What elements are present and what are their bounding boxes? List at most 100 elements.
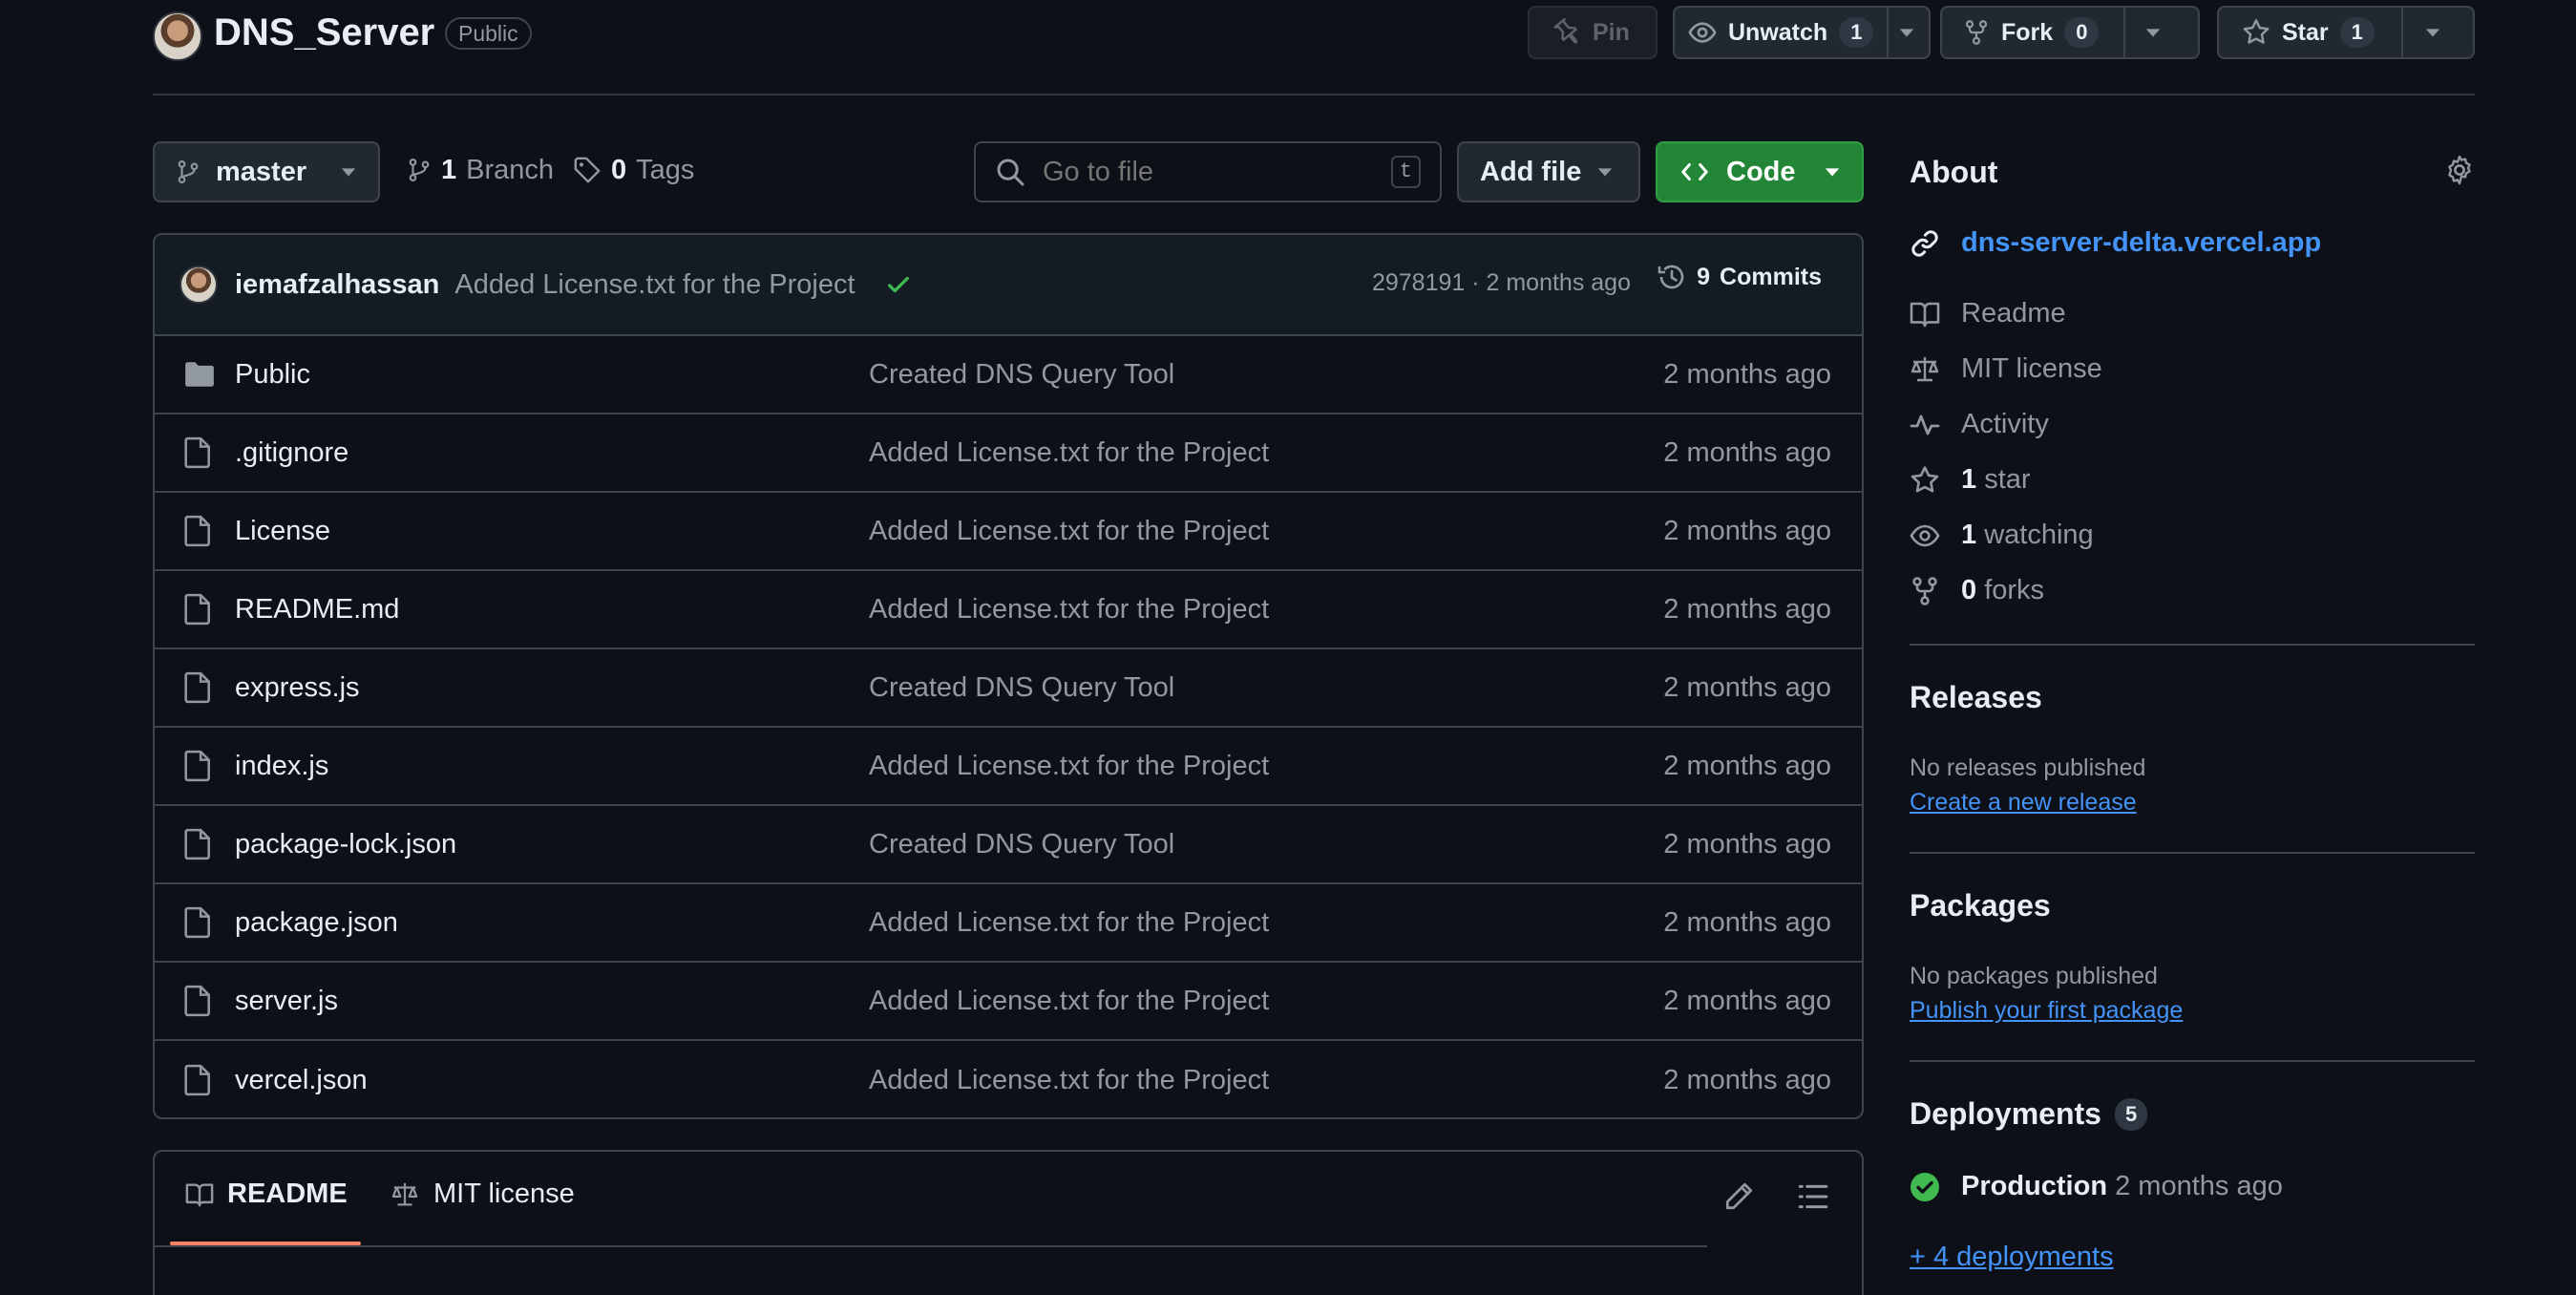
file-list: Public Created DNS Query Tool 2 months ago… [155, 336, 1862, 1117]
unwatch-button[interactable]: Unwatch 1 [1673, 6, 1931, 59]
file-commit-message[interactable]: Added License.txt for the Project [869, 986, 1269, 1017]
keyboard-shortcut-hint: t [1390, 156, 1421, 188]
pin-button[interactable]: Pin [1528, 6, 1658, 59]
releases-heading[interactable]: Releases [1910, 680, 2042, 715]
commit-author[interactable]: iemafzalhassan [235, 269, 439, 301]
commits-label: Commits [1720, 263, 1822, 290]
file-name[interactable]: package-lock.json [235, 829, 456, 860]
commit-meta[interactable]: 2978191 · 2 months ago [1372, 269, 1631, 297]
branch-selector[interactable]: master [153, 141, 380, 202]
search-icon [995, 157, 1025, 187]
code-icon [1679, 158, 1711, 186]
owner-avatar[interactable] [153, 11, 202, 61]
file-commit-message[interactable]: Created DNS Query Tool [869, 359, 1174, 391]
file-row[interactable]: package.json Added License.txt for the Pr… [155, 884, 1862, 963]
tab-license[interactable]: MIT license [390, 1178, 575, 1210]
forks-link[interactable]: 0 forks [1910, 575, 2044, 606]
watch-dropdown-caret[interactable] [1889, 8, 1925, 57]
header-divider [153, 94, 2475, 96]
branch-name: master [216, 156, 307, 187]
repo-name[interactable]: DNS_Server [214, 11, 434, 54]
file-commit-message[interactable]: Created DNS Query Tool [869, 829, 1174, 860]
publish-package-link[interactable]: Publish your first package [1910, 997, 2183, 1025]
star-icon [2242, 18, 2270, 47]
commit-author-avatar[interactable] [179, 265, 218, 304]
go-to-file-input[interactable] [1043, 156, 1374, 188]
deployments-counter: 5 [2114, 1097, 2148, 1131]
file-name[interactable]: vercel.json [235, 1065, 368, 1096]
file-name[interactable]: Public [235, 359, 310, 391]
fork-dropdown-caret[interactable] [2125, 8, 2181, 57]
file-row[interactable]: index.js Added License.txt for the Projec… [155, 728, 1862, 806]
deployments-header[interactable]: Deployments 5 [1910, 1096, 2148, 1132]
file-commit-message[interactable]: Added License.txt for the Project [869, 907, 1269, 939]
file-date: 2 months ago [1663, 671, 1831, 703]
readme-link[interactable]: Readme [1910, 298, 2066, 329]
activity-link[interactable]: Activity [1910, 409, 2049, 440]
file-commit-message[interactable]: Added License.txt for the Project [869, 1065, 1269, 1096]
tags-link[interactable]: 0 Tags [573, 139, 694, 201]
more-deployments-link[interactable]: + 4 deployments [1910, 1242, 2114, 1273]
fork-button[interactable]: Fork 0 [1940, 6, 2200, 59]
file-name[interactable]: License [235, 516, 330, 547]
add-file-button[interactable]: Add file [1457, 141, 1640, 202]
star-button[interactable]: Star 1 [2217, 6, 2475, 59]
file-name[interactable]: .gitignore [235, 437, 348, 469]
file-name[interactable]: index.js [235, 751, 328, 782]
file-name[interactable]: express.js [235, 672, 360, 704]
branches-link[interactable]: 1 Branch [407, 139, 554, 201]
branch-icon [407, 156, 432, 184]
file-row[interactable]: License Added License.txt for the Project… [155, 493, 1862, 571]
file-icon [183, 750, 212, 782]
file-name[interactable]: package.json [235, 907, 398, 939]
caret-down-icon [2425, 29, 2440, 37]
tab-readme-label: README [227, 1178, 348, 1209]
deployments-heading: Deployments [1910, 1096, 2101, 1131]
tab-readme[interactable]: README [185, 1178, 348, 1210]
readme-link-label: Readme [1961, 298, 2066, 329]
pencil-icon[interactable] [1722, 1180, 1755, 1213]
file-icon [183, 1064, 212, 1096]
commits-history-link[interactable]: 9 Commits [1657, 262, 1822, 292]
activity-label: Activity [1961, 409, 2049, 439]
license-link[interactable]: MIT license [1910, 353, 2102, 385]
packages-heading[interactable]: Packages [1910, 888, 2051, 923]
star-dropdown-caret[interactable] [2403, 8, 2462, 57]
website-link[interactable]: dns-server-delta.vercel.app [1910, 227, 2321, 259]
about-heading: About [1910, 155, 1998, 189]
fork-icon [1910, 576, 1940, 606]
tags-label: Tags [636, 154, 695, 185]
file-commit-message[interactable]: Added License.txt for the Project [869, 437, 1269, 469]
file-commit-message[interactable]: Created DNS Query Tool [869, 672, 1174, 704]
check-icon[interactable] [884, 270, 913, 299]
file-commit-message[interactable]: Added License.txt for the Project [869, 516, 1269, 547]
success-check-icon [1910, 1172, 1940, 1202]
file-row[interactable]: README.md Added License.txt for the Proje… [155, 571, 1862, 649]
visibility-badge: Public [445, 17, 532, 50]
file-name[interactable]: server.js [235, 986, 338, 1017]
watchers-link[interactable]: 1 watching [1910, 520, 2094, 551]
gear-icon[interactable] [2444, 155, 2475, 185]
create-release-link[interactable]: Create a new release [1910, 789, 2137, 817]
go-to-file-search[interactable]: t [974, 141, 1442, 202]
file-commit-message[interactable]: Added License.txt for the Project [869, 751, 1269, 782]
file-row[interactable]: server.js Added License.txt for the Proje… [155, 963, 1862, 1041]
file-row[interactable]: .gitignore Added License.txt for the Proj… [155, 414, 1862, 493]
file-row[interactable]: vercel.json Added License.txt for the Pro… [155, 1041, 1862, 1117]
production-time: 2 months ago [2115, 1171, 2283, 1201]
file-date: 2 months ago [1663, 906, 1831, 938]
stars-link[interactable]: 1 star [1910, 464, 2031, 496]
code-button[interactable]: Code [1656, 141, 1864, 202]
commit-message[interactable]: Added License.txt for the Project [454, 269, 855, 301]
unwatch-label: Unwatch [1728, 18, 1828, 46]
file-row[interactable]: package-lock.json Created DNS Query Tool 2… [155, 806, 1862, 884]
watching-count: 1 [1961, 520, 1977, 550]
list-outline-icon[interactable] [1797, 1180, 1829, 1213]
file-browser: iemafzalhassan Added License.txt for the… [153, 233, 1864, 1119]
file-name[interactable]: README.md [235, 594, 399, 626]
production-deployment[interactable]: Production 2 months ago [1910, 1171, 2283, 1202]
file-row[interactable]: Public Created DNS Query Tool 2 months ago [155, 336, 1862, 414]
add-file-label: Add file [1480, 156, 1582, 187]
file-row[interactable]: express.js Created DNS Query Tool 2 months… [155, 649, 1862, 728]
file-commit-message[interactable]: Added License.txt for the Project [869, 594, 1269, 626]
